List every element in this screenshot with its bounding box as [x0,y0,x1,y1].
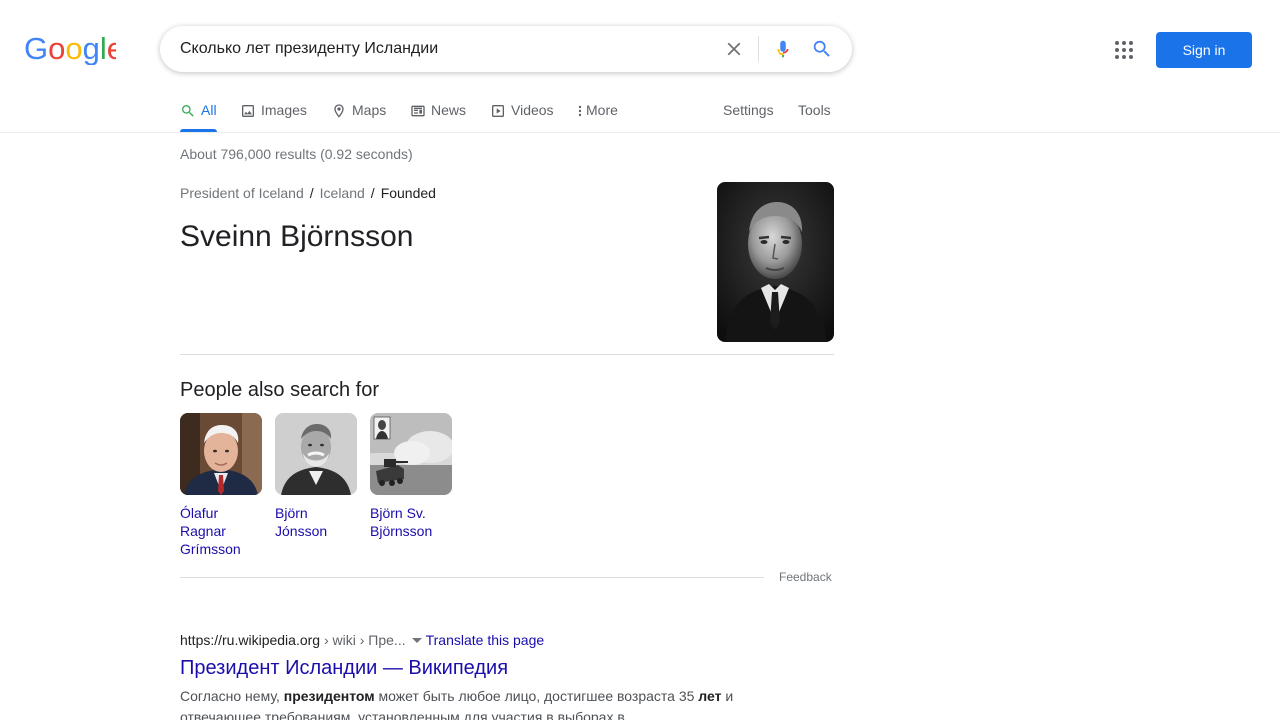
tab-more[interactable]: More [576,90,618,132]
snippet-highlight: президентом [283,688,375,704]
search-box [160,26,852,72]
result-url[interactable]: https://ru.wikipedia.org › wiki › Пре...… [180,632,544,648]
google-logo[interactable]: Google [24,33,116,65]
tab-label: All [201,102,217,118]
search-icon [182,105,194,117]
result-stats: About 796,000 results (0.92 seconds) [180,146,413,162]
tab-label: Videos [511,102,554,118]
caret-down-icon[interactable] [411,637,422,643]
search-tabs: All Images Maps News Videos More Setting… [0,90,1280,133]
feedback-link[interactable]: Feedback [779,570,832,584]
svg-text:Google: Google [24,33,116,65]
snippet-text: Согласно нему, [180,688,284,704]
tab-news[interactable]: News [410,90,466,132]
breadcrumb-separator: / [309,185,314,201]
play-icon [492,105,504,117]
person-card[interactable]: Ólafur Ragnar Grímsson [180,413,262,558]
breadcrumb-item[interactable]: President of Iceland [180,185,304,201]
tab-images[interactable]: Images [240,90,307,132]
breadcrumb: President of Iceland / Iceland / Founded [180,185,436,201]
person-thumbnail [275,413,357,495]
clear-icon[interactable] [723,38,745,60]
tools-link[interactable]: Tools [798,102,831,118]
tab-label: Maps [352,102,387,118]
search-icon[interactable] [811,38,833,60]
search-input[interactable] [180,26,700,72]
tab-all[interactable]: All [180,90,217,132]
tab-maps[interactable]: Maps [331,90,386,132]
tab-label: Images [261,102,307,118]
newspaper-icon [411,105,425,117]
tab-videos[interactable]: Videos [490,90,554,132]
result-domain: https://ru.wikipedia.org [180,632,321,648]
sign-in-button[interactable]: Sign in [1156,32,1252,68]
microphone-icon[interactable] [772,38,794,60]
person-thumbnail [370,413,454,495]
breadcrumb-current: Founded [380,185,436,201]
result-path: › wiki › Пре... [320,632,406,648]
image-icon [242,105,254,117]
divider [180,577,764,578]
apps-grid-icon[interactable] [1112,38,1136,62]
person-name: Ólafur Ragnar Grímsson [180,505,241,557]
people-also-search-title: People also search for [180,379,380,401]
person-name: Björn Jónsson [275,505,328,539]
map-pin-icon [334,104,344,118]
person-card[interactable]: Björn Sv. Björnsson [370,413,454,540]
person-name: Björn Sv. Björnsson [370,505,433,539]
breadcrumb-separator: / [370,185,375,201]
answer-title: Sveinn Björnsson [180,220,414,253]
translate-link[interactable]: Translate this page [426,632,545,648]
breadcrumb-item[interactable]: Iceland [320,185,365,201]
snippet-highlight: лет [698,688,722,704]
result-title-link[interactable]: Президент Исландии — Википедия [180,657,508,680]
divider [180,354,834,355]
more-vert-icon [578,105,582,117]
snippet-text: может быть любое лицо, достигшее возраст… [374,688,699,704]
tab-label: More [586,102,618,118]
tab-label: News [431,102,467,118]
person-thumbnail [180,413,262,495]
person-card[interactable]: Björn Jónsson [275,413,357,540]
settings-link[interactable]: Settings [723,102,774,118]
result-snippet: Согласно нему, президентом может быть лю… [180,686,740,720]
divider [758,36,759,62]
answer-portrait-image[interactable] [717,182,834,342]
